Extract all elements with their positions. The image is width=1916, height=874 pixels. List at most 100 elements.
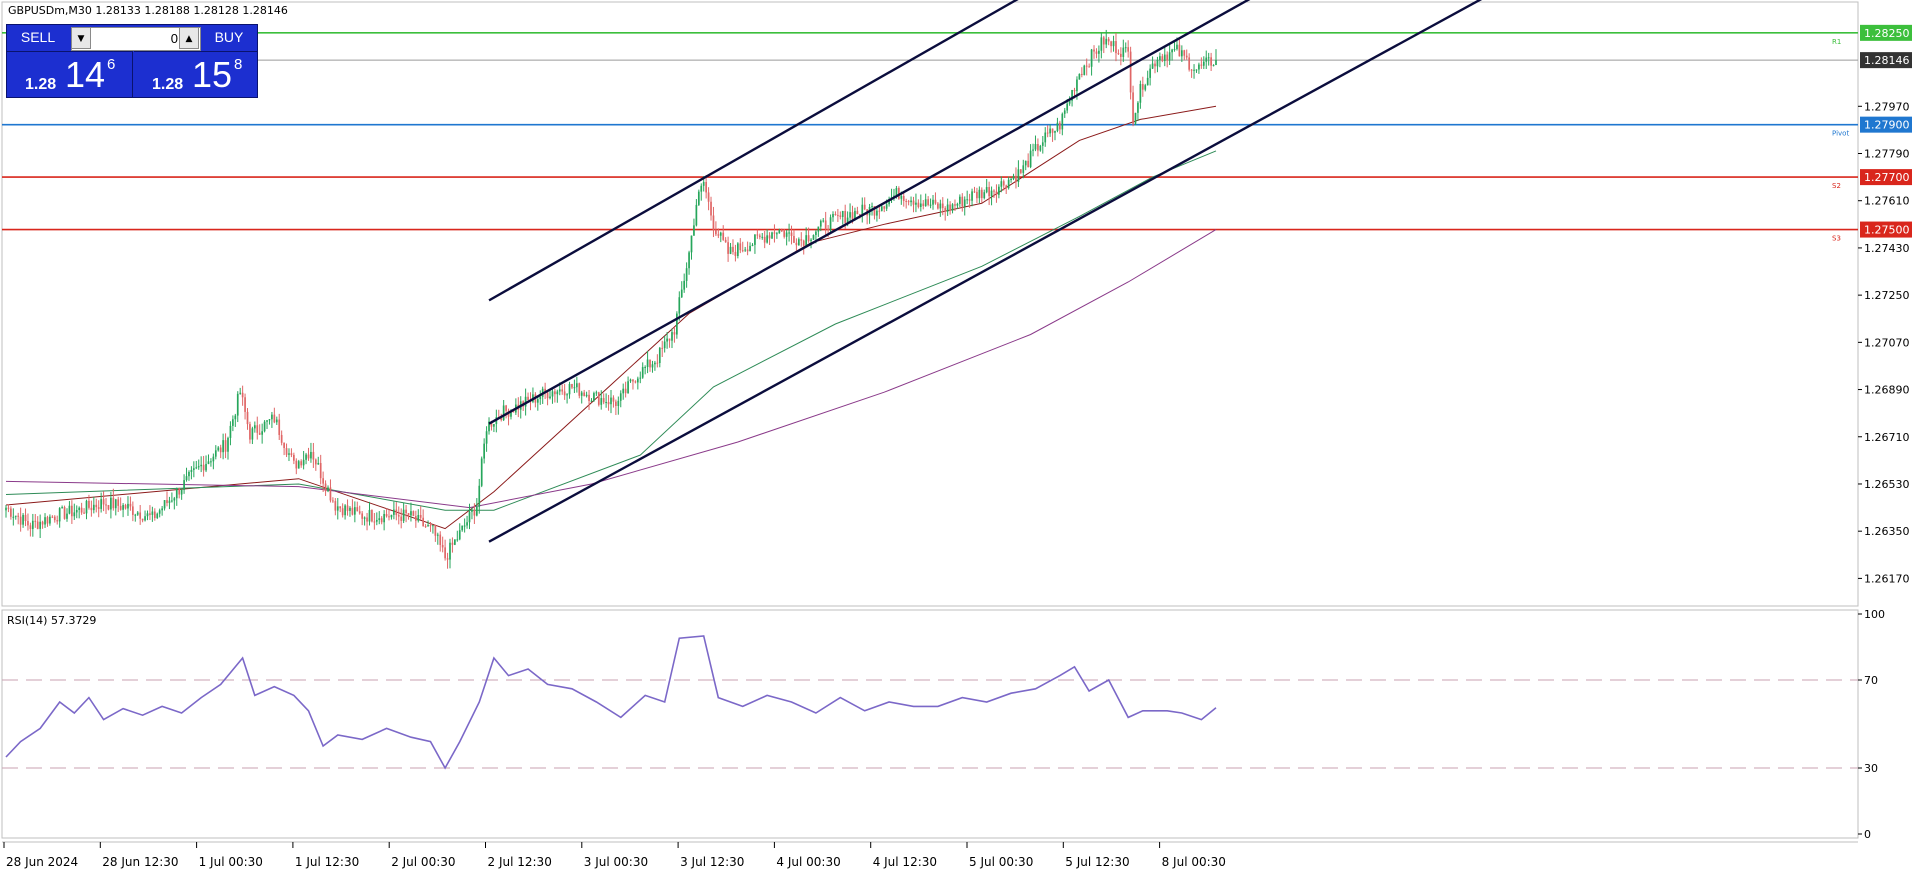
- candle: [202, 455, 205, 477]
- candle: [493, 423, 495, 433]
- candle: [263, 420, 266, 433]
- candle-body: [456, 539, 459, 541]
- candle: [290, 448, 293, 458]
- candle: [463, 518, 466, 533]
- candle: [822, 218, 825, 223]
- candle-body: [971, 191, 973, 201]
- candle-body: [863, 204, 866, 210]
- candle-body: [1132, 92, 1134, 124]
- candle-body: [824, 220, 827, 230]
- candle: [112, 488, 115, 511]
- chart-title: GBPUSDm,M30 1.28133 1.28188 1.28128 1.28…: [8, 4, 288, 17]
- candle-body: [817, 226, 820, 232]
- candle-body: [239, 392, 242, 394]
- candle-body: [980, 189, 983, 199]
- candle-body: [212, 456, 215, 462]
- rsi-line: [5, 635, 1217, 770]
- candle-body: [636, 378, 639, 383]
- candle-body: [654, 362, 656, 365]
- candle-body: [661, 347, 664, 349]
- sell-quote[interactable]: 1.28 14 6: [7, 51, 133, 98]
- candle-body: [214, 450, 217, 457]
- candle: [417, 509, 420, 523]
- candle-body: [949, 204, 951, 211]
- candle: [36, 516, 39, 530]
- candle: [195, 460, 198, 470]
- candle: [210, 458, 212, 467]
- candle-body: [336, 506, 339, 511]
- candle: [527, 392, 529, 401]
- candle-body: [536, 399, 539, 403]
- time-tick-label: 28 Jun 2024: [6, 855, 78, 869]
- candle: [283, 442, 285, 456]
- candle-body: [1168, 52, 1171, 61]
- candle-body: [63, 507, 66, 519]
- level-name-s3: S3: [1832, 235, 1841, 243]
- candle: [124, 503, 127, 510]
- candle-body: [1022, 165, 1025, 173]
- candle: [890, 188, 893, 204]
- candle: [439, 531, 442, 552]
- candle-body: [1166, 54, 1169, 61]
- candle: [1024, 160, 1027, 171]
- candle: [63, 505, 66, 520]
- candle-body: [834, 214, 837, 216]
- candle-body: [876, 210, 878, 216]
- candle: [595, 390, 598, 396]
- candle: [610, 389, 612, 414]
- candle-body: [590, 400, 593, 402]
- candle: [749, 242, 751, 252]
- candle-body: [110, 497, 112, 510]
- candle: [1146, 70, 1149, 86]
- candle-body: [1107, 38, 1110, 42]
- candle: [56, 515, 59, 525]
- candle-body: [602, 398, 605, 403]
- lot-increase-button[interactable]: ▲: [179, 27, 199, 49]
- candle: [1183, 49, 1186, 61]
- candle: [1061, 112, 1064, 136]
- candle: [1059, 120, 1061, 134]
- candle: [197, 459, 200, 470]
- lot-decrease-button[interactable]: ▼: [71, 27, 91, 49]
- candle-body: [41, 521, 44, 525]
- candle-body: [571, 383, 573, 388]
- candle: [1195, 69, 1198, 73]
- candle: [985, 178, 988, 194]
- candle-body: [676, 313, 678, 335]
- candle-body: [1012, 175, 1015, 179]
- candle-body: [373, 521, 376, 523]
- candle-body: [412, 511, 415, 517]
- candle-body: [102, 499, 105, 505]
- candle: [515, 398, 517, 415]
- candle-body: [192, 468, 195, 470]
- candle-body: [34, 520, 37, 522]
- candle: [554, 388, 556, 403]
- candle-body: [295, 460, 298, 469]
- candle: [505, 404, 507, 419]
- sell-button[interactable]: SELL: [7, 25, 69, 51]
- candle-body: [822, 220, 825, 222]
- candle-body: [578, 383, 581, 396]
- candle-body: [66, 513, 68, 519]
- candle-body: [937, 203, 939, 209]
- candle-body: [751, 244, 754, 246]
- candle: [929, 198, 932, 209]
- candle: [39, 514, 42, 538]
- candle-body: [78, 507, 81, 511]
- buy-button[interactable]: BUY: [201, 25, 257, 51]
- candle-body: [932, 199, 934, 205]
- candle: [551, 387, 554, 404]
- candle-body: [185, 476, 188, 481]
- candle: [129, 496, 132, 511]
- candle: [83, 508, 85, 514]
- candle-body: [271, 414, 273, 420]
- candle-body: [1041, 142, 1044, 146]
- candle: [963, 196, 966, 216]
- candle: [280, 430, 283, 446]
- candle: [383, 510, 385, 531]
- candle: [136, 511, 139, 516]
- candle: [19, 507, 22, 532]
- candle-body: [978, 189, 981, 199]
- candle-body: [707, 192, 710, 202]
- buy-quote[interactable]: 1.28 15 8: [134, 51, 257, 98]
